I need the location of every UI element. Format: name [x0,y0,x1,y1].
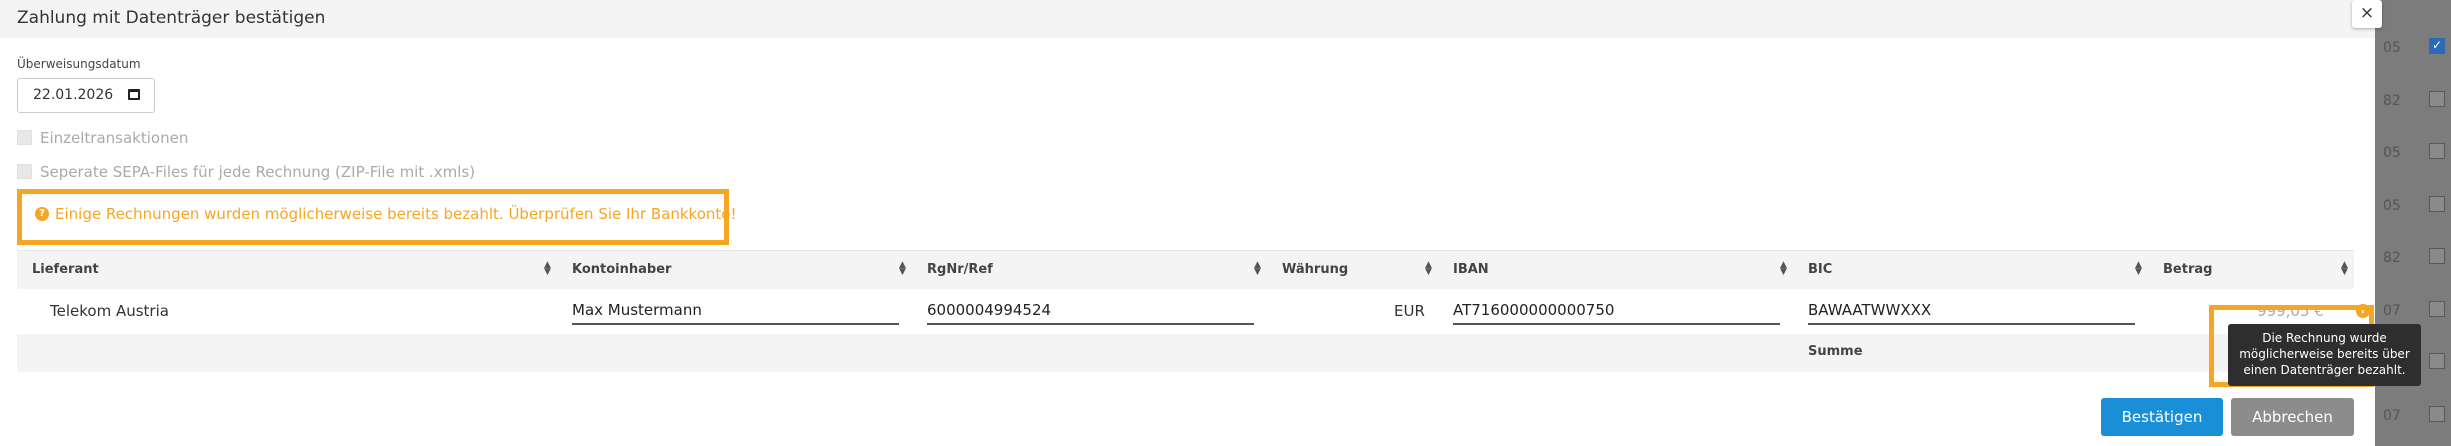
transfer-date-label: Überweisungsdatum [17,57,141,71]
row-checkbox[interactable] [2429,301,2445,317]
calendar-icon[interactable] [128,89,140,100]
background-row: 82 [2375,75,2451,127]
warning-banner: ? Einige Rechnungen wurden möglicherweis… [17,189,736,245]
column-header-bic[interactable]: BIC [1808,262,1832,277]
sort-icon[interactable]: ▲ ▼ [2341,261,2348,277]
cell-lieferant: Telekom Austria [50,302,169,320]
sort-icon[interactable]: ▲ ▼ [1780,261,1787,277]
cancel-button[interactable]: Abbrechen [2231,398,2354,436]
background-row: 05 [2375,127,2451,179]
option-single-transactions[interactable]: Einzeltransaktionen [17,129,188,147]
checkbox[interactable] [17,130,32,145]
close-icon[interactable]: × [2352,0,2382,28]
cell-waehrung: EUR [1394,302,1425,320]
column-header-iban[interactable]: IBAN [1453,262,1489,277]
rgnr-input[interactable]: 6000004994524 [927,299,1254,325]
background-row: 05 [2375,180,2451,232]
row-checkbox[interactable] [2429,143,2445,159]
background-row-number: 82 [2383,250,2401,266]
transfer-date-input[interactable]: 22.01.2026 [17,78,155,113]
row-checkbox[interactable] [2429,248,2445,264]
row-checkbox[interactable] [2429,353,2445,369]
bic-input[interactable]: BAWAATWWXXX [1808,299,2135,325]
background-row-number: 82 [2383,93,2401,109]
column-header-rgnr[interactable]: RgNr/Ref [927,262,993,277]
row-checkbox[interactable] [2429,91,2445,107]
background-row-number: 07 [2383,408,2401,424]
column-header-lieferant[interactable]: Lieferant [32,262,99,277]
option-label: Seperate SEPA-Files für jede Rechnung (Z… [40,163,476,181]
column-header-kontoinhaber[interactable]: Kontoinhaber [572,262,671,277]
iban-input[interactable]: AT716000000000750 [1453,299,1780,325]
dialog-header: Zahlung mit Datenträger bestätigen [0,0,2375,38]
sort-icon[interactable]: ▲ ▼ [2135,261,2142,277]
row-checkbox[interactable] [2429,196,2445,212]
background-row: 82 [2375,232,2451,284]
kontoinhaber-input[interactable]: Max Mustermann [572,299,899,325]
checkbox[interactable] [17,164,32,179]
background-row-number: 05 [2383,40,2401,56]
background-row-number: 05 [2383,145,2401,161]
sort-icon[interactable]: ▲ ▼ [1425,261,1432,277]
sum-label: Summe [1808,344,1863,359]
sort-icon[interactable]: ▲ ▼ [544,261,551,277]
column-header-betrag[interactable]: Betrag [2163,262,2212,277]
option-label: Einzeltransaktionen [40,129,189,147]
payment-dialog: Zahlung mit Datenträger bestätigen Überw… [0,0,2421,446]
background-row: 07 [2375,390,2451,442]
warning-text: Einige Rechnungen wurden möglicherweise … [55,205,737,223]
background-row: 05 [2375,22,2451,74]
confirm-button[interactable]: Bestätigen [2101,398,2223,436]
option-separate-sepa-files[interactable]: Seperate SEPA-Files für jede Rechnung (Z… [17,163,475,181]
dialog-title: Zahlung mit Datenträger bestätigen [17,8,326,28]
column-header-waehrung[interactable]: Währung [1282,262,1348,277]
transfer-date-value: 22.01.2026 [33,87,114,103]
table-header: Lieferant ▲ ▼ Kontoinhaber ▲ ▼ RgNr/Ref ▲ ▼… [17,250,2354,290]
background-row-number: 07 [2383,303,2401,319]
sort-icon[interactable]: ▲ ▼ [899,261,906,277]
row-checkbox[interactable] [2429,38,2445,54]
warning-icon: ? [35,207,49,221]
table-row: Telekom Austria Max Mustermann 600000499… [17,289,2354,333]
background-row-number: 05 [2383,198,2401,214]
row-checkbox[interactable] [2429,406,2445,422]
sort-icon[interactable]: ▲ ▼ [1254,261,1261,277]
table-sum-row: Summe [17,334,2354,372]
paid-tooltip: Die Rechnung wurde möglicherweise bereit… [2228,324,2421,386]
